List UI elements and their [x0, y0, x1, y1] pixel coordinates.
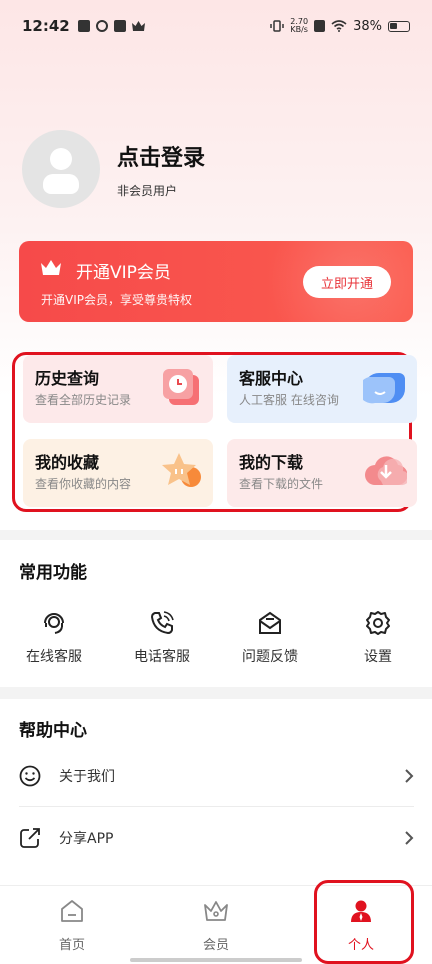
online-service-label: 在线客服	[26, 649, 82, 665]
no-sim-icon	[314, 20, 326, 32]
service-title: 客服中心	[239, 369, 304, 388]
service-subtitle: 人工客服 在线咨询	[239, 393, 339, 407]
battery-percent: 38%	[353, 18, 382, 34]
mail-feedback-icon	[259, 611, 281, 634]
crown-notify-icon	[131, 21, 145, 31]
help-center-section: 帮助中心 关于我们 分享APP	[0, 699, 432, 885]
cloud-download-icon	[365, 456, 407, 486]
phone-service-label: 电话客服	[134, 649, 190, 665]
settings-label: 设置	[364, 649, 392, 665]
crown-icon	[41, 260, 61, 275]
status-right: 2.70 KB/s 38%	[270, 18, 410, 34]
battery-icon	[388, 20, 410, 32]
avatar-head	[50, 148, 72, 170]
online-service-button[interactable]: 在线客服	[4, 610, 104, 666]
net-speed-unit: KB/s	[290, 25, 308, 34]
chat-bubble-icon	[363, 373, 405, 404]
favorites-tile[interactable]: 我的收藏 查看你收藏的内容	[23, 439, 213, 507]
profile-header[interactable]: 点击登录 非会员用户	[22, 130, 205, 208]
avatar[interactable]	[22, 130, 100, 208]
headset-icon	[44, 613, 64, 634]
app-notification-icon	[95, 20, 108, 32]
favorites-subtitle: 查看你收藏的内容	[35, 477, 132, 491]
history-tile[interactable]: 历史查询 查看全部历史记录	[23, 355, 213, 423]
downloads-title: 我的下载	[239, 453, 304, 472]
downloads-tile[interactable]: 我的下载 查看下载的文件	[227, 439, 417, 507]
home-icon	[61, 900, 83, 922]
service-center-tile[interactable]: 客服中心 人工客服 在线咨询	[227, 355, 417, 423]
bottom-tab-bar: 首页 会员 个人	[0, 880, 432, 964]
common-functions-title: 常用功能	[19, 563, 87, 583]
member-type-label: 非会员用户	[117, 183, 178, 198]
vibrate-icon	[270, 20, 285, 32]
vip-title: 开通VIP会员	[76, 263, 171, 283]
phone-service-button[interactable]: 电话客服	[112, 610, 212, 666]
tab-member-label: 会员	[202, 938, 229, 953]
status-time: 12:42	[22, 17, 70, 35]
profile-text: 点击登录 非会员用户	[117, 140, 205, 199]
tab-home[interactable]: 首页	[17, 898, 127, 953]
net-speed: 2.70 KB/s	[290, 18, 308, 34]
share-icon	[20, 828, 40, 848]
gear-icon	[366, 611, 390, 635]
status-bar: 12:42 2.70 KB/s 38%	[0, 0, 432, 52]
share-app-row[interactable]: 分享APP	[19, 807, 414, 869]
feature-grid: 历史查询 查看全部历史记录 客服中心 人工客服 在线咨询 我的收藏 查看你收藏的…	[12, 352, 417, 512]
settings-button[interactable]: 设置	[328, 610, 428, 666]
downloads-subtitle: 查看下载的文件	[239, 477, 324, 491]
star-icon	[162, 453, 201, 487]
common-functions-section: 常用功能 在线客服 电话客服 问题反馈 设置	[0, 540, 432, 687]
about-us-row[interactable]: 关于我们	[19, 745, 414, 807]
open-vip-button[interactable]: 立即开通	[303, 266, 391, 298]
tiktok-icon	[77, 20, 90, 32]
history-title: 历史查询	[35, 369, 100, 388]
phone-icon	[150, 611, 174, 635]
history-subtitle: 查看全部历史记录	[35, 393, 132, 407]
vip-banner[interactable]: 开通VIP会员 开通VIP会员，享受尊贵特权 立即开通	[19, 241, 413, 322]
feedback-button[interactable]: 问题反馈	[220, 610, 320, 666]
login-link[interactable]: 点击登录	[117, 140, 205, 172]
favorites-title: 我的收藏	[35, 453, 100, 472]
about-us-label: 关于我们	[59, 768, 115, 785]
tab-home-label: 首页	[58, 938, 85, 953]
crown-icon	[204, 901, 228, 921]
chevron-right-icon	[405, 831, 414, 845]
home-indicator[interactable]	[130, 958, 302, 962]
notification-icons	[77, 20, 145, 32]
help-center-title: 帮助中心	[19, 721, 87, 741]
active-tab-highlight	[314, 880, 414, 964]
chevron-right-icon	[405, 768, 414, 783]
message-icon	[113, 20, 126, 32]
share-app-label: 分享APP	[59, 831, 114, 847]
vip-subtitle: 开通VIP会员，享受尊贵特权	[41, 293, 192, 307]
smile-icon	[19, 765, 41, 786]
feedback-label: 问题反馈	[242, 649, 298, 665]
tab-member[interactable]: 会员	[161, 898, 271, 953]
avatar-body	[43, 174, 79, 194]
history-clock-icon	[163, 369, 199, 405]
wifi-icon	[331, 20, 347, 32]
